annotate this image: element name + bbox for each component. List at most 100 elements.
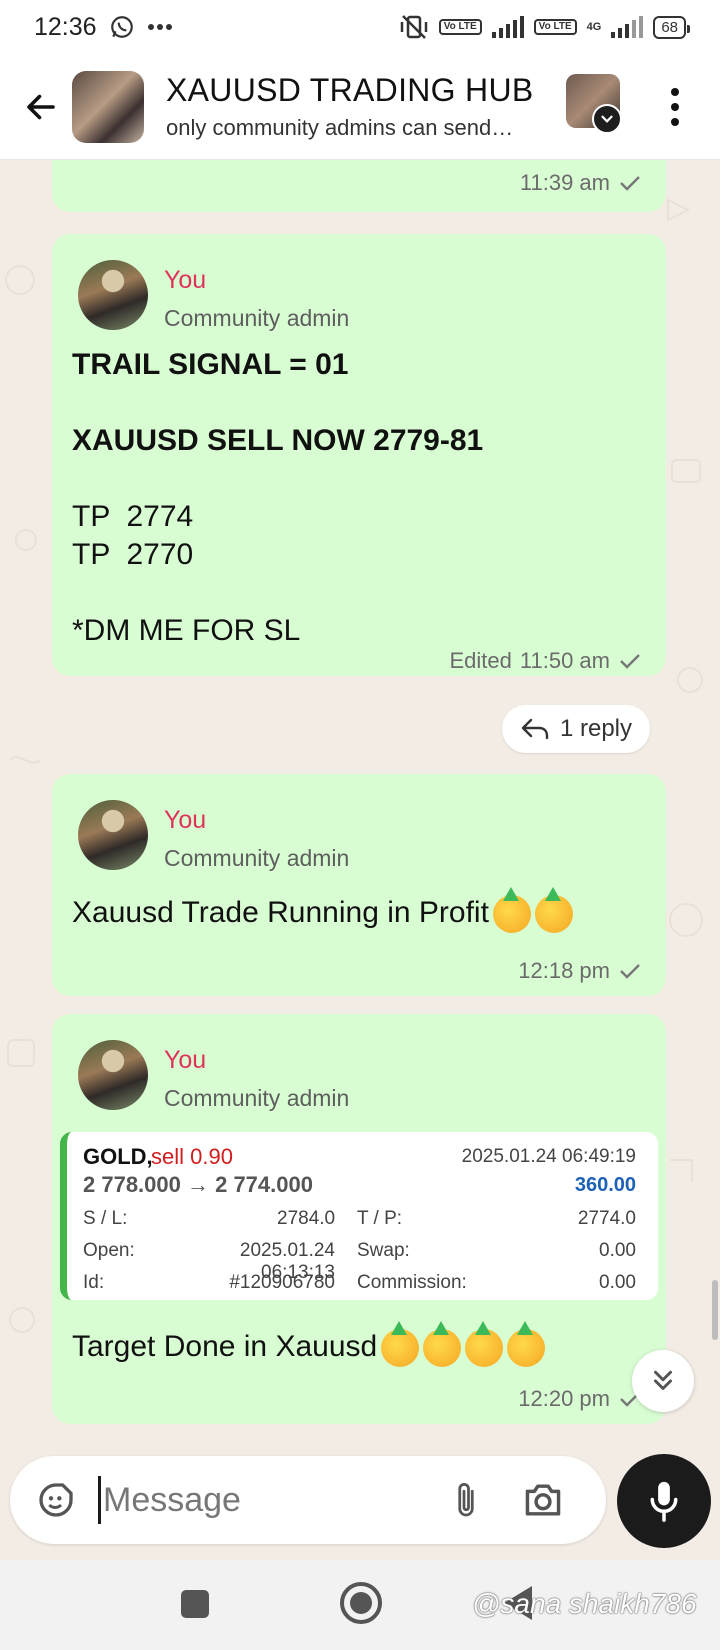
trade-symbol: GOLD, [83, 1144, 153, 1169]
group-avatar[interactable] [72, 70, 144, 143]
group-subtitle: only community admins can send… [166, 115, 514, 140]
sender-name: You [164, 266, 207, 294]
message-bubble-4[interactable]: You Community admin GOLD, sell 0.90 2025… [52, 1014, 666, 1424]
message-time: 11:50 am [519, 648, 610, 673]
arrow-left-icon [27, 94, 55, 119]
id-label: Id: [83, 1272, 105, 1293]
community-switch-button[interactable] [592, 104, 622, 134]
sl-label: S / L: [83, 1208, 128, 1229]
message-bubble-1[interactable]: 11:39 am [52, 160, 666, 212]
camera-icon [525, 1484, 561, 1516]
chat-area[interactable]: 11:39 am You Community admin TRAIL SIGNA… [0, 160, 720, 1455]
microphone-icon [650, 1481, 678, 1522]
message-text: Xauusd Trade Running in Profit [72, 887, 573, 934]
partying-face-emoji-icon [534, 887, 573, 934]
voice-message-button[interactable] [617, 1454, 711, 1548]
message-sender: You Community admin [78, 260, 349, 332]
message-line: XAUUSD SELL NOW 2779-81 [72, 424, 484, 457]
double-chevron-down-icon [654, 1370, 672, 1390]
volte-badge-1: Vo LTE [438, 19, 482, 35]
trade-datetime: 2025.01.24 06:49:19 [461, 1146, 636, 1167]
message-text-body: Target Done in Xauusd [72, 1330, 378, 1363]
sender-role: Community admin [164, 305, 350, 331]
status-time: 12:36 [34, 12, 97, 41]
message-meta: 12:20 pm [518, 1386, 642, 1412]
more-notifications-icon [147, 24, 172, 30]
sl-value: 2784.0 [277, 1208, 336, 1229]
message-time: 11:39 am [519, 170, 610, 195]
trade-side: sell 0.90 [151, 1144, 233, 1169]
edited-label: Edited [449, 648, 512, 673]
sender-name: You [164, 806, 207, 834]
message-composer [10, 1456, 606, 1544]
scroll-to-bottom-button[interactable] [632, 1350, 694, 1412]
message-input[interactable] [103, 1480, 433, 1520]
partying-face-emoji-icon [423, 1321, 462, 1368]
partying-face-emoji-icon [381, 1321, 420, 1368]
text-cursor [98, 1476, 101, 1524]
volte-badge-2: Vo LTE [533, 19, 577, 35]
back-button[interactable] [10, 76, 72, 138]
check-icon [620, 654, 640, 669]
sender-name: You [164, 1046, 207, 1074]
sender-role: Community admin [164, 845, 350, 871]
replies-count: 1 reply [559, 715, 633, 742]
scrollbar[interactable] [712, 1280, 718, 1340]
whatsapp-icon [110, 16, 133, 38]
message-line: TP 2774 [72, 500, 194, 533]
tp-label: T / P: [357, 1208, 403, 1229]
signal-icon-1 [491, 16, 524, 38]
trade-screenshot[interactable]: GOLD, sell 0.90 2025.01.24 06:49:19 2 77… [60, 1132, 658, 1300]
group-title: XAUUSD TRADING HUB [166, 72, 534, 108]
message-bubble-2[interactable]: You Community admin TRAIL SIGNAL = 01 XA… [52, 234, 666, 676]
check-icon [620, 176, 640, 191]
partying-face-emoji-icon [465, 1321, 504, 1368]
system-nav-bar: @sana shaikh786 [0, 1560, 720, 1650]
chat-header: XAUUSD TRADING HUB only community admins… [0, 54, 720, 160]
group-info[interactable]: XAUUSD TRADING HUB only community admins… [166, 72, 556, 141]
attach-button[interactable] [441, 1472, 491, 1528]
sticker-button[interactable] [28, 1472, 84, 1528]
trade-profit: 360.00 [574, 1174, 636, 1196]
reply-arrow-icon [521, 718, 549, 740]
sticker-icon [39, 1483, 73, 1517]
message-meta: 12:18 pm [518, 958, 642, 984]
signal-icon-2 [611, 16, 644, 38]
tp-value: 2774.0 [577, 1208, 636, 1229]
message-bubble-3[interactable]: You Community admin Xauusd Trade Running… [52, 774, 666, 996]
message-text: Target Done in Xauusd [72, 1321, 546, 1368]
camera-button[interactable] [515, 1472, 571, 1528]
paperclip-icon [458, 1483, 474, 1517]
status-bar: 12:36 Vo LTE Vo LTE 4G 68 [0, 0, 720, 54]
message-line: TRAIL SIGNAL = 01 [72, 348, 349, 381]
message-meta: Edited 11:50 am [450, 648, 643, 674]
sender-role: Community admin [164, 1085, 350, 1111]
open-label: Open: [83, 1240, 135, 1261]
partying-face-emoji-icon [492, 887, 531, 934]
avatar[interactable] [78, 1040, 148, 1110]
partying-face-emoji-icon [507, 1321, 546, 1368]
vibrate-off-icon [400, 15, 427, 39]
trade-prices: 2 778.000 → 2 774.000 [83, 1172, 313, 1197]
message-sender: You Community admin [78, 1040, 349, 1112]
message-line: TP 2770 [72, 538, 194, 571]
commission-value: 0.00 [599, 1272, 636, 1293]
swap-label: Swap: [357, 1240, 410, 1261]
id-value: #120906780 [229, 1272, 335, 1293]
more-vert-icon[interactable] [660, 82, 690, 132]
avatar[interactable] [78, 800, 148, 870]
message-text-body: Xauusd Trade Running in Profit [72, 896, 489, 929]
battery-indicator: 68 [653, 15, 690, 39]
replies-button[interactable]: 1 reply [502, 705, 650, 753]
watermark: @sana shaikh786 [472, 1588, 697, 1619]
avatar[interactable] [78, 260, 148, 330]
message-line: *DM ME FOR SL [72, 614, 301, 647]
recents-button[interactable] [181, 1590, 209, 1618]
message-meta: 11:39 am [520, 170, 642, 196]
swap-value: 0.00 [599, 1240, 636, 1261]
network-type: 4G [586, 21, 602, 33]
commission-label: Commission: [357, 1272, 467, 1293]
message-sender: You Community admin [78, 800, 349, 872]
home-button[interactable] [340, 1582, 382, 1624]
message-time: 12:18 pm [518, 958, 610, 983]
